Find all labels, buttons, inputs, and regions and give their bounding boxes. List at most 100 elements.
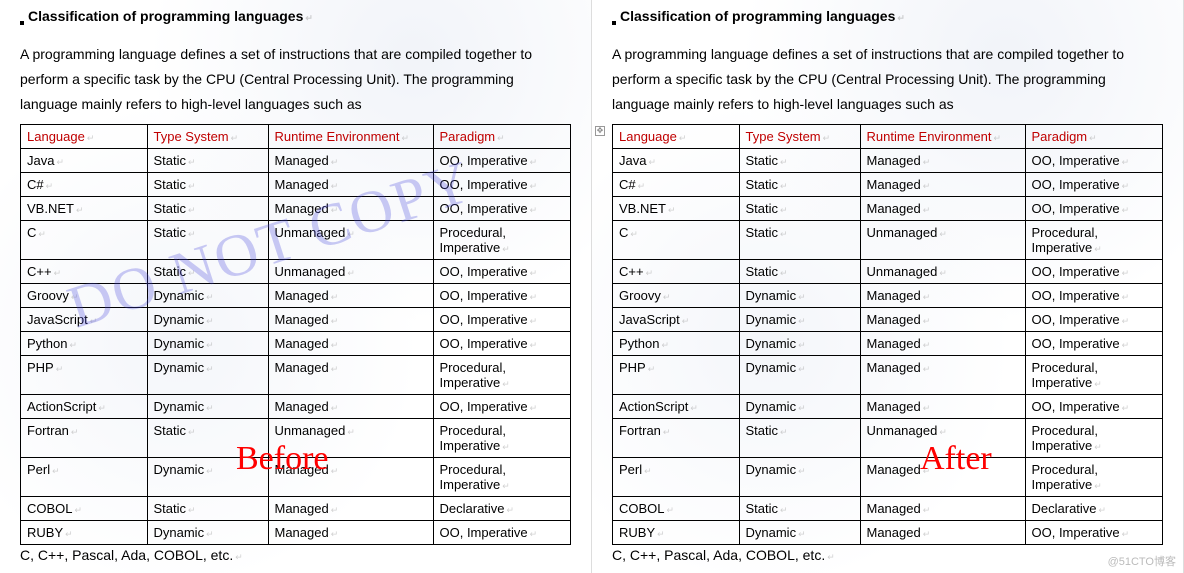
table-row: C#StaticManagedOO, Imperative <box>613 172 1163 196</box>
table-cell: Managed <box>860 394 1025 418</box>
table-cell: Static <box>739 196 860 220</box>
table-row: PythonDynamicManagedOO, Imperative <box>21 331 571 355</box>
table-cell: PHP <box>613 355 740 394</box>
table-cell: C# <box>613 172 740 196</box>
table-cell: Static <box>147 220 268 259</box>
table-cell: C# <box>21 172 148 196</box>
table-row: VB.NETStaticManagedOO, Imperative <box>21 196 571 220</box>
table-cell: Dynamic <box>739 457 860 496</box>
table-cell: Managed <box>860 520 1025 544</box>
table-cell: Python <box>613 331 740 355</box>
table-cell: Dynamic <box>147 457 268 496</box>
table-cell: Managed <box>268 496 433 520</box>
table-cell: Managed <box>268 307 433 331</box>
table-move-handle-icon[interactable]: ✥ <box>595 126 605 136</box>
table-cell: Unmanaged <box>860 220 1025 259</box>
table-cell: Groovy <box>21 283 148 307</box>
th-paradigm: Paradigm <box>433 124 571 148</box>
table-cell: Dynamic <box>147 355 268 394</box>
table-cell: OO, Imperative <box>1025 148 1163 172</box>
table-cell: Static <box>147 196 268 220</box>
table-cell: Static <box>739 148 860 172</box>
table-cell: Static <box>147 172 268 196</box>
intro-paragraph: A programming language defines a set of … <box>20 42 571 118</box>
table-cell: Managed <box>268 283 433 307</box>
table-cell: C++ <box>613 259 740 283</box>
table-cell: OO, Imperative <box>1025 307 1163 331</box>
table-body-right: JavaStaticManagedOO, ImperativeC#StaticM… <box>613 148 1163 544</box>
table-cell: Static <box>739 496 860 520</box>
table-cell: Dynamic <box>739 355 860 394</box>
table-cell: Java <box>21 148 148 172</box>
table-row: PHPDynamicManagedProcedural, Imperative <box>613 355 1163 394</box>
table-cell: Unmanaged <box>268 220 433 259</box>
footer-line: C, C++, Pascal, Ada, COBOL, etc. <box>612 547 1163 563</box>
table-cell: OO, Imperative <box>433 331 571 355</box>
table-cell: OO, Imperative <box>1025 196 1163 220</box>
table-cell: VB.NET <box>613 196 740 220</box>
table-row: JavaScriptDynamicManagedOO, Imperative <box>613 307 1163 331</box>
table-cell: Procedural, Imperative <box>433 220 571 259</box>
th-language: Language <box>613 124 740 148</box>
table-cell: Managed <box>860 307 1025 331</box>
table-cell: Static <box>147 418 268 457</box>
table-cell: OO, Imperative <box>433 283 571 307</box>
languages-table: Language Type System Runtime Environment… <box>20 124 571 545</box>
table-row: FortranStaticUnmanagedProcedural, Impera… <box>613 418 1163 457</box>
table-row: PythonDynamicManagedOO, Imperative <box>613 331 1163 355</box>
th-paradigm: Paradigm <box>1025 124 1163 148</box>
table-cell: Dynamic <box>147 331 268 355</box>
table-row: C#StaticManagedOO, Imperative <box>21 172 571 196</box>
table-cell: Static <box>147 148 268 172</box>
table-cell: OO, Imperative <box>433 172 571 196</box>
table-row: FortranStaticUnmanagedProcedural, Impera… <box>21 418 571 457</box>
table-row: COBOLStaticManagedDeclarative <box>21 496 571 520</box>
table-cell: Procedural, Imperative <box>433 457 571 496</box>
table-cell: Procedural, Imperative <box>1025 418 1163 457</box>
table-cell: Unmanaged <box>268 418 433 457</box>
th-type-system: Type System <box>739 124 860 148</box>
table-cell: COBOL <box>613 496 740 520</box>
page-content: Classification of programming languages … <box>20 8 571 563</box>
page-after: ✥ Classification of programming language… <box>592 0 1184 573</box>
table-cell: Static <box>739 220 860 259</box>
table-row: PerlDynamicManagedProcedural, Imperative <box>21 457 571 496</box>
table-row: CStaticUnmanagedProcedural, Imperative <box>613 220 1163 259</box>
table-cell: ActionScript <box>21 394 148 418</box>
table-cell: Managed <box>268 172 433 196</box>
table-cell: OO, Imperative <box>1025 331 1163 355</box>
table-row: CStaticUnmanagedProcedural, Imperative <box>21 220 571 259</box>
table-row: ActionScriptDynamicManagedOO, Imperative <box>21 394 571 418</box>
table-row: C++StaticUnmanagedOO, Imperative <box>613 259 1163 283</box>
table-cell: Managed <box>860 355 1025 394</box>
table-cell: Managed <box>268 331 433 355</box>
table-cell: OO, Imperative <box>433 307 571 331</box>
th-runtime: Runtime Environment <box>268 124 433 148</box>
table-cell: Static <box>739 172 860 196</box>
table-cell: Managed <box>860 283 1025 307</box>
table-cell: C <box>613 220 740 259</box>
table-cell: PHP <box>21 355 148 394</box>
table-cell: Perl <box>613 457 740 496</box>
table-cell: Managed <box>268 520 433 544</box>
th-language: Language <box>21 124 148 148</box>
table-cell: Python <box>21 331 148 355</box>
table-cell: Groovy <box>613 283 740 307</box>
table-cell: Declarative <box>433 496 571 520</box>
table-cell: Unmanaged <box>860 259 1025 283</box>
table-cell: ActionScript <box>613 394 740 418</box>
table-cell: Managed <box>268 457 433 496</box>
table-cell: Dynamic <box>147 394 268 418</box>
table-cell: Static <box>147 496 268 520</box>
footer-line: C, C++, Pascal, Ada, COBOL, etc. <box>20 547 571 563</box>
table-cell: Dynamic <box>739 331 860 355</box>
table-header-row: Language Type System Runtime Environment… <box>21 124 571 148</box>
table-cell: OO, Imperative <box>433 148 571 172</box>
th-type-system: Type System <box>147 124 268 148</box>
page-before: Classification of programming languages … <box>0 0 592 573</box>
table-cell: Declarative <box>1025 496 1163 520</box>
table-cell: Procedural, Imperative <box>1025 355 1163 394</box>
table-cell: OO, Imperative <box>1025 259 1163 283</box>
table-cell: Dynamic <box>147 520 268 544</box>
table-cell: Managed <box>860 457 1025 496</box>
